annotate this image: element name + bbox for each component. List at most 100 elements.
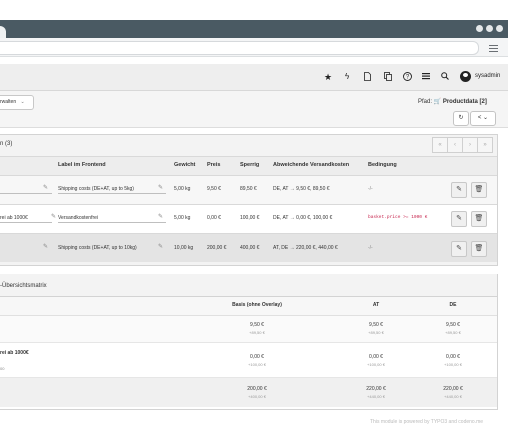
search-icon[interactable]	[441, 72, 449, 82]
bolt-icon[interactable]: ϟ	[345, 72, 349, 82]
edit-icon: ✎	[456, 186, 462, 193]
matrix-cell-value: 0,00 €	[250, 354, 264, 360]
pencil-icon[interactable]: ✎	[158, 243, 163, 250]
row-price: 9,50 €	[207, 186, 221, 192]
edit-icon: ✎	[456, 245, 462, 252]
chevron-down-icon: ⌄	[20, 99, 25, 105]
matrix-cell-value: 200,00 €	[247, 386, 267, 392]
col-bulky: Sperrig	[240, 162, 260, 168]
col-condition: Bedingung	[368, 162, 397, 168]
help-icon[interactable]: ?	[403, 72, 412, 83]
matrix-cell-value: 9,50 €	[250, 322, 264, 328]
list-icon[interactable]	[422, 72, 430, 82]
prev-page-icon[interactable]: ‹	[447, 137, 463, 153]
matrix-cell-value: 9,50 €	[369, 322, 383, 328]
svg-text:?: ?	[406, 75, 410, 81]
matrix-cell-bulky: +100,00 €	[444, 362, 462, 367]
label-underline	[58, 193, 166, 194]
url-field[interactable]	[0, 41, 479, 55]
matrix-col-at: AT	[372, 302, 380, 308]
basket-icon: 🛒	[433, 99, 442, 105]
edit-icon: ✎	[456, 215, 462, 222]
row-alt-costs: AT, DE → 220,00 €, 440,00 €	[273, 245, 338, 251]
backend-topbar	[0, 64, 508, 91]
hamburger-icon[interactable]	[489, 45, 498, 46]
first-page-icon[interactable]: «	[432, 137, 448, 153]
row-name: rei ab 1000€	[0, 215, 28, 221]
username[interactable]: sysadmin	[475, 73, 500, 79]
last-page-icon[interactable]: »	[477, 137, 493, 153]
next-page-icon[interactable]: ›	[462, 137, 478, 153]
matrix-col-de: DE	[449, 302, 457, 308]
row-bulky: 89,50 €	[240, 186, 257, 192]
browser-titlebar	[0, 20, 508, 38]
row-weight: 10,00 kg	[174, 245, 194, 251]
star-icon[interactable]: ★	[324, 72, 332, 82]
matrix-cell-bulky: +100,00 €	[367, 362, 385, 367]
footer-note: This module is powered by TYPO3 and code…	[370, 419, 484, 425]
trash-icon: 🗑	[474, 215, 484, 222]
delete-button[interactable]: 🗑	[471, 211, 487, 227]
breadcrumb: Pfad: 🛒 Productdata [2]	[418, 98, 487, 105]
row-label: Shipping costs (DE+AT, up to 5kg)	[58, 186, 134, 192]
row-weight: 5,00 kg	[174, 215, 191, 221]
window-control-minimize[interactable]	[476, 25, 483, 32]
pencil-icon[interactable]: ✎	[158, 213, 163, 220]
row-alt-costs: DE, AT → 0,00 €, 100,00 €	[273, 215, 333, 221]
row-alt-costs: DE, AT → 9,50 €, 89,50 €	[273, 186, 330, 192]
pencil-icon[interactable]: ✎	[51, 213, 56, 220]
row-condition: -/-	[368, 245, 373, 251]
matrix-cell-bulky: +440,00 €	[367, 394, 385, 399]
label-underline	[58, 222, 166, 223]
matrix-cell-bulky: +400,00 €	[248, 394, 266, 399]
delete-button[interactable]: 🗑	[471, 241, 487, 257]
pencil-icon[interactable]: ✎	[158, 184, 163, 191]
matrix-cell-bulky: +89,50 €	[445, 330, 461, 335]
file-icon[interactable]	[364, 72, 371, 83]
matrix-cell-value: 0,00 €	[446, 354, 460, 360]
pencil-icon[interactable]: ✎	[43, 243, 48, 250]
matrix-row-label: rei ab 1000€	[0, 350, 29, 356]
matrix-title: -Übersichtsmatrix	[0, 283, 47, 289]
col-label: Label im Frontend	[58, 162, 106, 168]
share-button[interactable]: < ⌄	[470, 111, 496, 126]
col-price: Preis	[207, 162, 221, 168]
row-weight: 5,00 kg	[174, 186, 191, 192]
window-control-close[interactable]	[496, 25, 503, 32]
refresh-button[interactable]: ↻	[453, 111, 469, 126]
row-price: 200,00 €	[207, 245, 227, 251]
copy-icon[interactable]	[384, 72, 392, 83]
function-select[interactable]: rwalten ⌄	[0, 95, 34, 110]
doc-header	[0, 91, 508, 128]
panel-title: n (3)	[0, 141, 13, 147]
share-icon: < ⌄	[477, 115, 489, 121]
path-value: Productdata [2]	[442, 99, 487, 105]
edit-button[interactable]: ✎	[451, 241, 467, 257]
row-label: Shipping costs (DE+AT, up to 10kg)	[58, 245, 137, 251]
matrix-row-sublabel: 00	[0, 366, 5, 371]
row-bulky: 100,00 €	[240, 215, 260, 221]
pencil-icon[interactable]: ✎	[43, 184, 48, 191]
matrix-cell-value: 220,00 €	[366, 386, 386, 392]
row-condition: basket.price >= 1000 €	[368, 215, 428, 220]
row-price: 0,00 €	[207, 215, 221, 221]
name-underline	[0, 193, 52, 194]
matrix-header	[0, 274, 497, 297]
matrix-row	[0, 378, 497, 407]
window-control-maximize[interactable]	[486, 25, 493, 32]
edit-button[interactable]: ✎	[451, 182, 467, 198]
avatar[interactable]	[460, 71, 471, 82]
matrix-cell-value: 9,50 €	[446, 322, 460, 328]
edit-button[interactable]: ✎	[451, 211, 467, 227]
row-condition: -/-	[368, 186, 373, 192]
delete-button[interactable]: 🗑	[471, 182, 487, 198]
row-label: Versandkostenfrei	[58, 215, 99, 221]
matrix-cell-bulky: +89,50 €	[368, 330, 384, 335]
matrix-cell-bulky: +89,50 €	[249, 330, 265, 335]
matrix-col-base: Basis (ohne Overlay)	[232, 302, 282, 308]
trash-icon: 🗑	[474, 186, 484, 193]
matrix-cell-bulky: +440,00 €	[444, 394, 462, 399]
matrix-cell-value: 0,00 €	[369, 354, 383, 360]
function-select-value: rwalten	[0, 99, 17, 105]
path-label: Pfad:	[418, 99, 433, 105]
